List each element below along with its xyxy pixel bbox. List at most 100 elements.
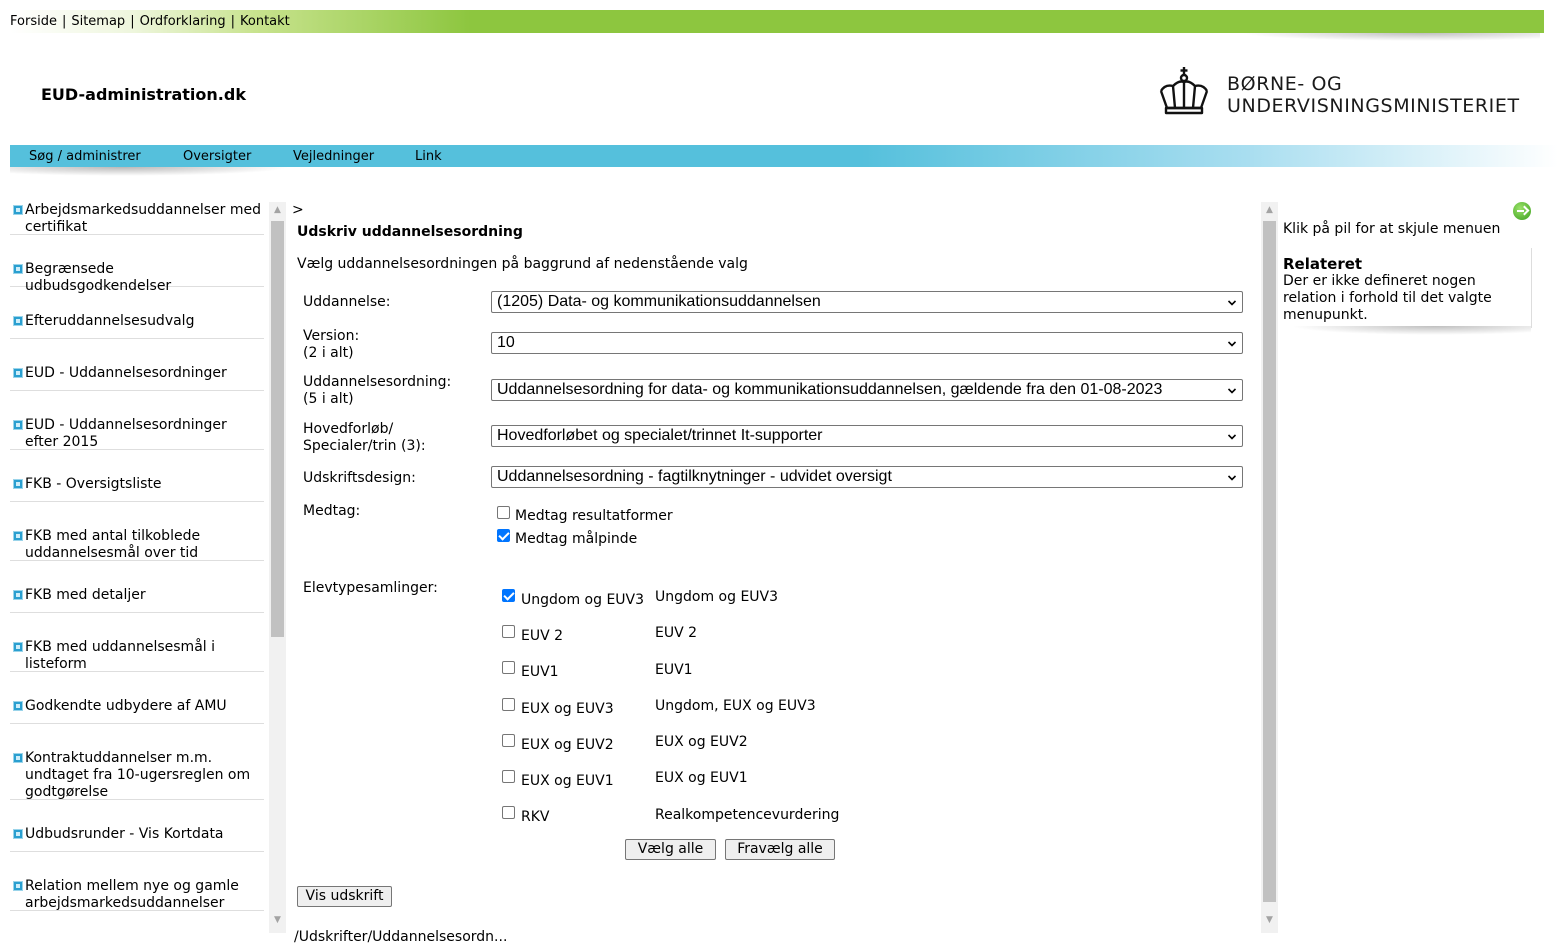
medtag-maalpinde-label: Medtag målpinde (515, 531, 638, 547)
menu-item-fkb-detaljer[interactable]: FKB med detaljer (10, 587, 264, 613)
menu-item-label[interactable]: Begrænsede udbudsgodkendelser (25, 261, 264, 295)
menu-item-label[interactable]: Udbudsrunder - Vis Kortdata (25, 826, 264, 843)
menu-item-fkb-oversigtsliste[interactable]: FKB - Oversigtsliste (10, 476, 264, 502)
elevtype-checkbox[interactable] (502, 698, 515, 711)
medtag-label: Medtag: (303, 503, 361, 519)
nav-vejledninger[interactable]: Vejledninger (293, 149, 374, 164)
related-divider (1531, 248, 1532, 328)
scroll-up-arrow-icon[interactable]: ▲ (1261, 202, 1278, 219)
scroll-down-arrow-icon[interactable]: ▼ (269, 912, 286, 929)
uddannelse-select[interactable]: (1205) Data- og kommunikationsuddannelse… (491, 291, 1243, 313)
related-title: Relateret (1283, 255, 1363, 273)
elevtype-checkbox[interactable] (502, 589, 515, 602)
chevron-down-icon (1228, 388, 1236, 394)
ordning-label: Uddannelsesordning: (5 i alt) (303, 374, 451, 408)
hovedforloeb-label: Hovedforløb/ Specialer/trin (3): (303, 421, 426, 455)
menu-item-fkb-listeform[interactable]: FKB med uddannelsesmål i listeform (10, 639, 264, 672)
intro-text: Vælg uddannelsesordningen på baggrund af… (297, 256, 748, 272)
elevtype-label: EUX og EUV1 (521, 773, 614, 789)
chevron-down-icon (1228, 434, 1236, 440)
partial-link-text[interactable]: /Udskrifter/Uddannelsesordn... (294, 929, 507, 945)
ordning-select[interactable]: Uddannelsesordning for data- og kommunik… (491, 379, 1243, 401)
menu-item-eud-ordninger[interactable]: EUD - Uddannelsesordninger (10, 365, 264, 391)
scroll-down-arrow-icon[interactable]: ▼ (1261, 912, 1278, 929)
bullet-icon (13, 881, 23, 891)
bullet-icon (13, 642, 23, 652)
menu-item-label[interactable]: Kontraktuddannelser m.m. undtaget fra 10… (25, 750, 264, 801)
elevtype-checkbox[interactable] (502, 661, 515, 674)
breadcrumb: > (292, 202, 304, 218)
hovedforloeb-select[interactable]: Hovedforløbet og specialet/trinnet It-su… (491, 425, 1243, 447)
top-link-forside[interactable]: Forside (10, 14, 57, 29)
top-link-sitemap[interactable]: Sitemap (71, 14, 125, 29)
page-title: Udskriv uddannelsesordning (297, 224, 523, 240)
menu-item-relation[interactable]: Relation mellem nye og gamle arbejdsmark… (10, 878, 264, 911)
main-scrollbar[interactable]: ▲ ▼ (1261, 202, 1278, 933)
elevtype-description: Ungdom, EUX og EUV3 (655, 698, 816, 714)
elevtype-checkbox[interactable] (502, 770, 515, 783)
nav-oversigter[interactable]: Oversigter (183, 149, 251, 164)
menu-item-eud-ordninger-2015[interactable]: EUD - Uddannelsesordninger efter 2015 (10, 417, 264, 450)
elevtype-label: Ungdom og EUV3 (521, 592, 645, 608)
nav-soeg-administrer[interactable]: Søg / administrer (29, 149, 141, 164)
menu-item-begraensede[interactable]: Begrænsede udbudsgodkendelser (10, 261, 264, 294)
nav-link[interactable]: Link (415, 149, 442, 164)
bullet-icon (13, 420, 23, 430)
menu-item-label[interactable]: EUD - Uddannelsesordninger efter 2015 (25, 417, 264, 451)
top-link-kontakt[interactable]: Kontakt (240, 14, 290, 29)
site-title[interactable]: EUD-administration.dk (41, 85, 246, 104)
menu-item-label[interactable]: Relation mellem nye og gamle arbejdsmark… (25, 878, 264, 912)
arrow-right-icon[interactable] (1513, 202, 1531, 220)
elevtype-label: EUV1 (521, 664, 559, 680)
select-all-button[interactable]: Vælg alle (625, 839, 716, 860)
menu-item-godkendte-udbydere[interactable]: Godkendte udbydere af AMU (10, 698, 264, 724)
menu-item-label[interactable]: FKB - Oversigtsliste (25, 476, 264, 493)
menu-item-kontraktuddannelser[interactable]: Kontraktuddannelser m.m. undtaget fra 10… (10, 750, 264, 800)
bullet-icon (13, 701, 23, 711)
medtag-resultatformer-label: Medtag resultatformer (515, 508, 673, 524)
menu-item-label[interactable]: FKB med detaljer (25, 587, 264, 604)
menu-item-label[interactable]: EUD - Uddannelsesordninger (25, 365, 264, 382)
top-links: Forside | Sitemap | Ordforklaring | Kontakt (10, 14, 290, 29)
menu-item-label[interactable]: FKB med antal tilkoblede uddannelsesmål … (25, 528, 264, 562)
medtag-maalpinde-checkbox[interactable] (497, 529, 510, 542)
show-print-button[interactable]: Vis udskrift (297, 886, 392, 907)
menu-item-label[interactable]: Efteruddannelsesudvalg (25, 313, 264, 330)
related-shadow (1291, 326, 1531, 335)
medtag-resultatformer-checkbox[interactable] (497, 506, 510, 519)
right-panel: Klik på pil for at skjule menuen Relater… (1281, 198, 1541, 348)
hovedforloeb-label-text: Hovedforløb/ (303, 421, 394, 437)
elevtype-checkbox[interactable] (502, 734, 515, 747)
separator: | (130, 14, 135, 29)
left-menu-scrollbar[interactable]: ▲ ▼ (269, 202, 286, 933)
menu-item-label[interactable]: Arbejdsmarkedsuddannelser med certifikat (25, 202, 264, 236)
design-select[interactable]: Uddannelsesordning - fagtilknytninger - … (491, 466, 1243, 488)
top-link-ordforklaring[interactable]: Ordforklaring (140, 14, 226, 29)
bullet-icon (13, 479, 23, 489)
version-label-text: Version: (303, 328, 360, 344)
elevtype-description: EUX og EUV1 (655, 770, 748, 786)
elevtype-checkbox[interactable] (502, 806, 515, 819)
design-value: Uddannelsesordning - fagtilknytninger - … (497, 468, 892, 485)
menu-item-label[interactable]: Godkendte udbydere af AMU (25, 698, 264, 715)
bullet-icon (13, 829, 23, 839)
elevtype-label: EUV 2 (521, 628, 564, 644)
ordning-label-text: Uddannelsesordning: (303, 374, 452, 390)
ministry-line2: UNDERVISNINGSMINISTERIET (1227, 95, 1520, 117)
scrollbar-thumb[interactable] (271, 221, 284, 637)
design-label: Udskriftsdesign: (303, 470, 416, 486)
deselect-all-button[interactable]: Fravælg alle (725, 839, 835, 860)
chevron-down-icon (1228, 300, 1236, 306)
elevtype-description: EUX og EUV2 (655, 734, 748, 750)
menu-item-udbudsrunder[interactable]: Udbudsrunder - Vis Kortdata (10, 826, 264, 852)
ministry-logo[interactable]: BØRNE- OG UNDERVISNINGSMINISTERIET (1155, 66, 1550, 122)
scrollbar-thumb[interactable] (1263, 221, 1276, 902)
ordning-count: (5 i alt) (303, 391, 354, 407)
menu-item-fkb-antal[interactable]: FKB med antal tilkoblede uddannelsesmål … (10, 528, 264, 561)
version-select[interactable]: 10 (491, 332, 1243, 354)
elevtype-checkbox[interactable] (502, 625, 515, 638)
menu-item-label[interactable]: FKB med uddannelsesmål i listeform (25, 639, 264, 673)
scroll-up-arrow-icon[interactable]: ▲ (269, 202, 286, 219)
menu-item-amu-certifikat[interactable]: Arbejdsmarkedsuddannelser med certifikat (10, 202, 264, 235)
menu-item-efteruddannelsesudvalg[interactable]: Efteruddannelsesudvalg (10, 313, 264, 339)
